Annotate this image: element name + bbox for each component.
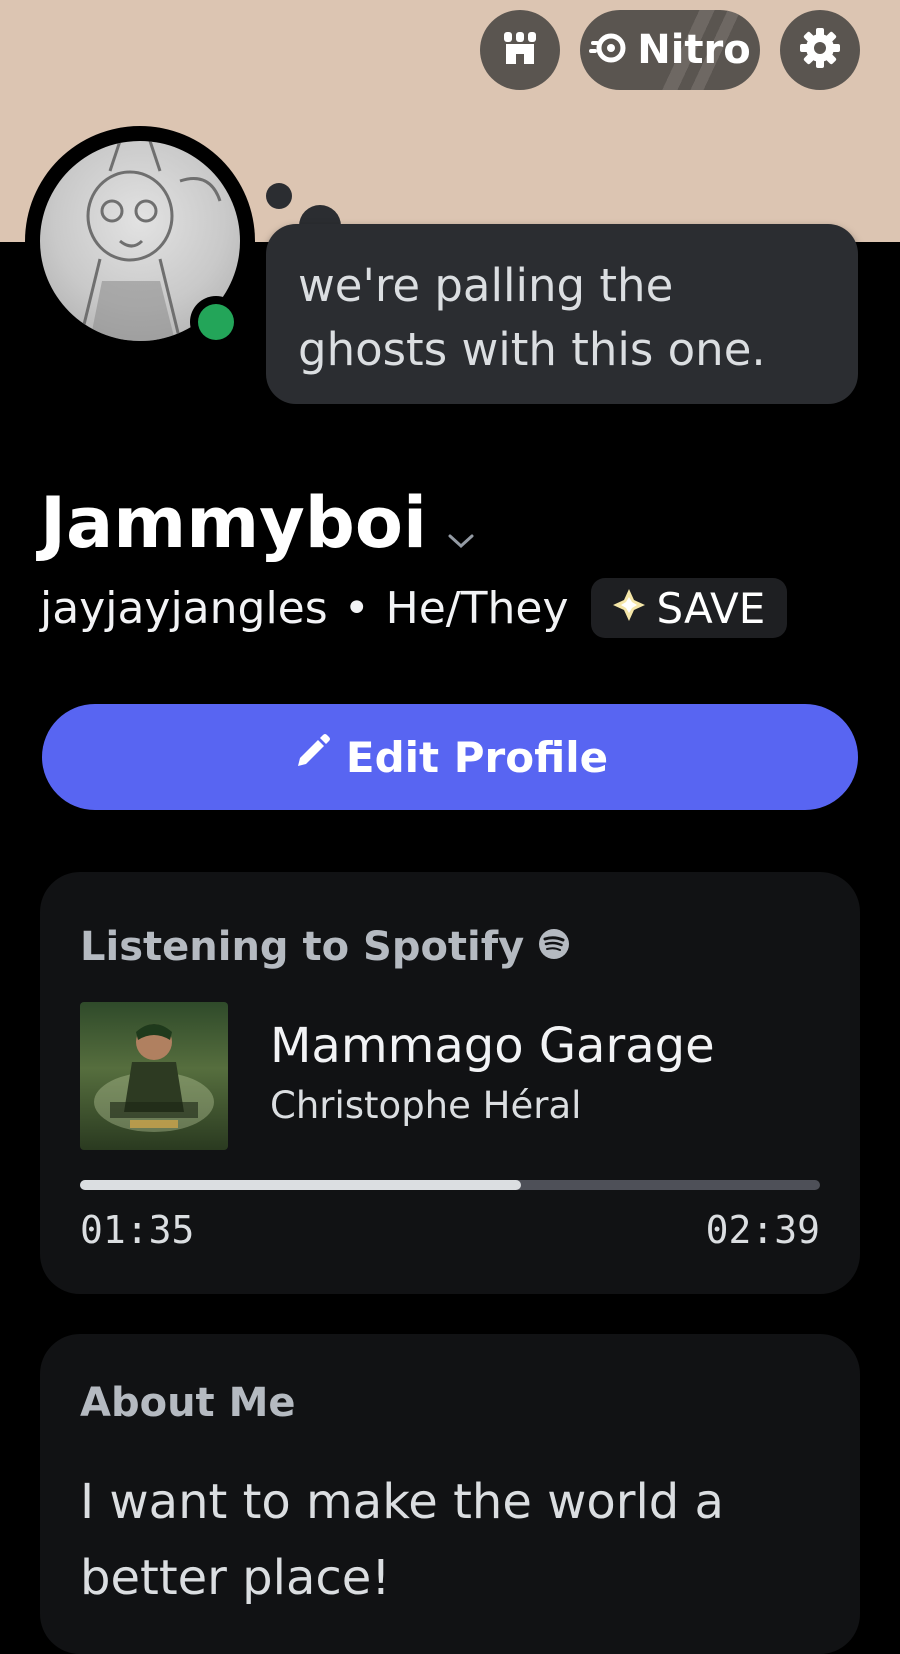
about-text: I want to make the world a better place!: [80, 1474, 724, 1606]
shop-icon: [500, 28, 540, 72]
save-badge[interactable]: SAVE: [590, 578, 788, 638]
playback-progress-bar: [80, 1180, 820, 1190]
about-heading: About Me: [80, 1380, 296, 1426]
gear-icon: [798, 26, 842, 74]
elapsed-time: 01:35: [80, 1208, 195, 1252]
activity-heading: Listening to Spotify: [80, 924, 570, 970]
thought-bubble-dot: [266, 183, 292, 209]
settings-button[interactable]: [780, 10, 860, 90]
about-me-card: About Me I want to make the world a bett…: [40, 1334, 860, 1654]
display-name-row[interactable]: Jammyboi: [40, 480, 475, 566]
separator-dot: •: [343, 582, 370, 634]
edit-profile-label: Edit Profile: [345, 732, 609, 782]
edit-profile-button[interactable]: Edit Profile: [42, 704, 858, 810]
spotify-activity-card[interactable]: Listening to Spotify Mammago Garage Chri…: [40, 872, 860, 1294]
nitro-icon: [589, 31, 629, 69]
online-status-indicator: [190, 296, 242, 348]
sparkle-icon: [611, 584, 647, 633]
album-art-image: [94, 1024, 214, 1132]
display-name: Jammyboi: [40, 482, 427, 564]
chevron-down-icon[interactable]: [447, 486, 475, 566]
username: jayjayjangles: [40, 582, 328, 634]
album-art[interactable]: [80, 1002, 228, 1150]
track-artist[interactable]: Christophe Héral: [270, 1084, 581, 1127]
shop-button[interactable]: [480, 10, 560, 90]
spotify-icon: [538, 924, 570, 970]
track-title[interactable]: Mammago Garage: [270, 1018, 715, 1074]
nitro-label: Nitro: [637, 27, 751, 73]
nitro-button[interactable]: Nitro: [580, 10, 760, 90]
save-badge-label: SAVE: [656, 583, 766, 633]
custom-status-text: we're palling the ghosts with this one.: [298, 259, 766, 376]
custom-status-bubble[interactable]: we're palling the ghosts with this one.: [266, 224, 858, 404]
total-time: 02:39: [705, 1208, 820, 1252]
pencil-icon: [292, 732, 332, 782]
username-row: jayjayjangles • He/They SAVE: [40, 578, 788, 638]
playback-progress-fill: [80, 1180, 522, 1190]
activity-heading-text: Listening to Spotify: [80, 924, 525, 970]
pronouns: He/They: [385, 582, 569, 634]
